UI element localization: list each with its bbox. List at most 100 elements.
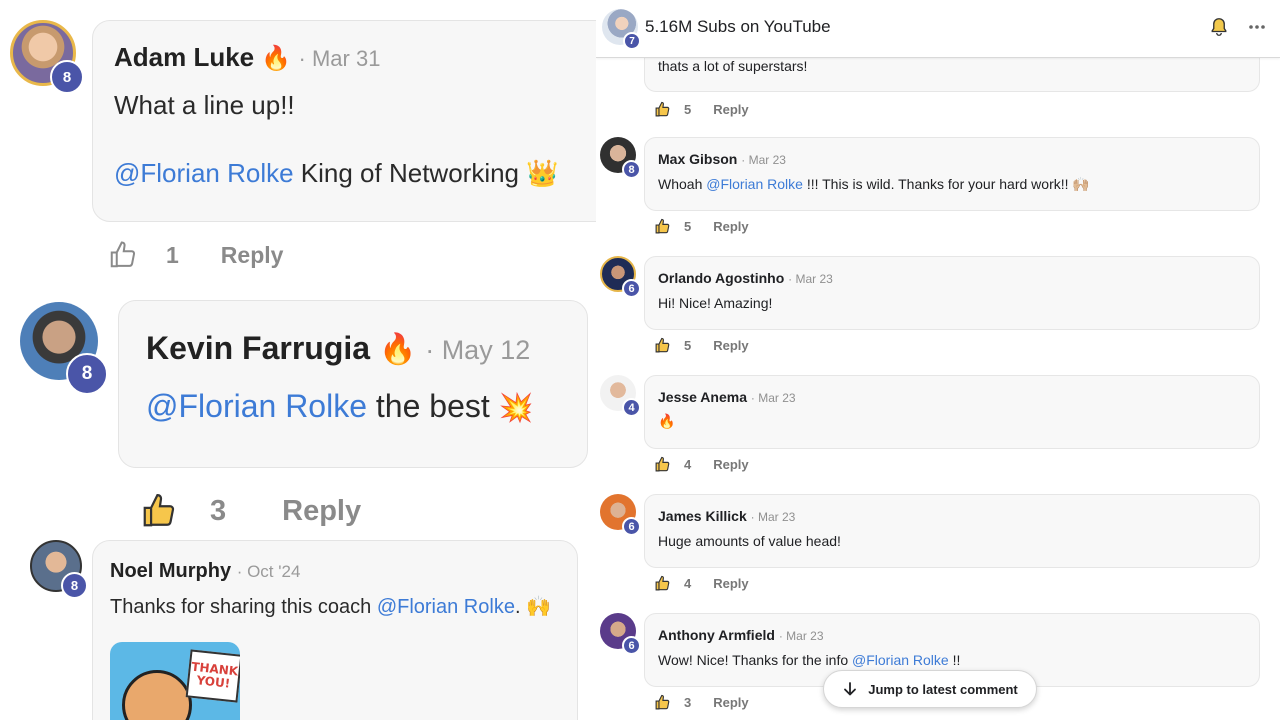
comment-actions: 5 Reply — [654, 337, 749, 354]
jump-to-latest-button[interactable]: Jump to latest comment — [823, 670, 1037, 708]
like-icon[interactable] — [654, 101, 671, 118]
like-count: 5 — [684, 338, 692, 353]
raised-hands-icon: 🙌 — [526, 594, 551, 618]
post-comments-panel: 7 5.16M Subs on YouTube thats a lot of s… — [596, 0, 1280, 720]
comment-line: Thanks for sharing this coach — [110, 596, 372, 618]
post-header: 7 5.16M Subs on YouTube — [596, 0, 1280, 58]
comment-author[interactable]: Kevin Farrugia 🔥 · May 12 — [146, 330, 530, 367]
comment-text: Huge amounts of value head! — [658, 533, 841, 549]
like-icon[interactable] — [654, 218, 671, 235]
arrow-down-icon — [844, 682, 857, 696]
thank-you-gif[interactable]: THANK YOU! — [110, 642, 240, 720]
comment-author[interactable]: Anthony Armfield · Mar 23 — [658, 627, 824, 643]
author-name: Adam Luke — [114, 42, 255, 72]
like-icon[interactable] — [654, 337, 671, 354]
comment-author[interactable]: Jesse Anema · Mar 23 — [658, 389, 796, 405]
author-name: Max Gibson — [658, 151, 738, 167]
comment-line: Hi! Nice! Amazing! — [658, 295, 773, 311]
comment-text: thats a lot of superstars! — [658, 58, 808, 74]
comment-actions: 3 Reply — [654, 694, 749, 711]
fire-icon: 🔥 — [658, 414, 676, 430]
like-icon[interactable] — [108, 240, 138, 270]
reply-button[interactable]: Reply — [713, 102, 748, 117]
like-icon[interactable] — [140, 492, 178, 530]
level-badge: 6 — [622, 279, 641, 298]
author-name: Jesse Anema — [658, 389, 747, 405]
comment-line: !! — [948, 652, 961, 668]
reply-button[interactable]: Reply — [713, 338, 748, 353]
like-icon[interactable] — [654, 694, 671, 711]
level-badge: 6 — [622, 636, 641, 655]
comment-text: What a line up!! — [114, 90, 295, 121]
comment-line: King of Networking — [300, 158, 520, 188]
comment-actions: 1 Reply — [108, 240, 283, 270]
comment-line: Huge amounts of value head! — [658, 533, 841, 549]
bell-icon[interactable] — [1210, 17, 1228, 37]
author-name: Orlando Agostinho — [658, 270, 785, 286]
like-icon[interactable] — [654, 456, 671, 473]
like-count: 3 — [210, 494, 227, 527]
level-badge: 8 — [622, 160, 641, 179]
mention-link[interactable]: @Florian Rolke — [377, 596, 515, 618]
comment-date: · Mar 23 — [778, 629, 824, 643]
comment-line: What a line up!! — [114, 90, 295, 120]
mention-link[interactable]: @Florian Rolke — [706, 176, 803, 192]
mention-link[interactable]: @Florian Rolke — [146, 388, 367, 424]
comment-author[interactable]: Adam Luke 🔥 · Mar 31 — [114, 42, 380, 73]
level-badge: 8 — [50, 60, 84, 94]
comment-line: !!! This is wild. Thanks for your hard w… — [802, 176, 1090, 192]
comment: 6 James Killick · Mar 23 Huge amounts of… — [596, 494, 1280, 613]
reply-button[interactable]: Reply — [221, 242, 284, 269]
like-count: 4 — [684, 457, 692, 472]
reply-button[interactable]: Reply — [713, 457, 748, 472]
reply-button[interactable]: Reply — [713, 695, 748, 710]
comment-date: · Oct '24 — [236, 562, 301, 581]
like-count: 4 — [684, 576, 692, 591]
author-name: James Killick — [658, 508, 747, 524]
comment-author[interactable]: Max Gibson · Mar 23 — [658, 151, 786, 167]
comment-text: Hi! Nice! Amazing! — [658, 295, 772, 311]
more-horizontal-icon[interactable] — [1248, 24, 1266, 30]
comment-author[interactable]: James Killick · Mar 23 — [658, 508, 795, 524]
level-badge: 4 — [622, 398, 641, 417]
mention-link[interactable]: @Florian Rolke — [852, 652, 949, 668]
reply-button[interactable]: Reply — [713, 219, 748, 234]
sparkle-icon: 💥 — [498, 391, 534, 424]
comment-bubble: Jesse Anema · Mar 23 🔥 — [644, 375, 1260, 449]
crown-icon: 👑 — [526, 159, 559, 189]
author-name: Kevin Farrugia — [146, 330, 371, 366]
like-count: 3 — [684, 695, 692, 710]
comment-text: Wow! Nice! Thanks for the info @Florian … — [658, 652, 960, 668]
comment-date: · Mar 31 — [298, 46, 381, 71]
comment: 4 Jesse Anema · Mar 23 🔥 4 Reply — [596, 375, 1280, 494]
comment-actions: 4 Reply — [654, 456, 749, 473]
comment-text: Thanks for sharing this coach @Florian R… — [110, 594, 551, 619]
comment-text: @Florian Rolke the best 💥 — [146, 388, 534, 425]
comment-actions: 5 Reply — [654, 218, 749, 235]
comment-date: · Mar 23 — [788, 272, 833, 286]
gif-sign: THANK YOU! — [185, 649, 240, 703]
reply-button[interactable]: Reply — [713, 576, 748, 591]
comment-author[interactable]: Noel Murphy · Oct '24 — [110, 560, 300, 583]
like-icon[interactable] — [654, 575, 671, 592]
like-count: 5 — [684, 102, 692, 117]
like-count: 5 — [684, 219, 692, 234]
gif-sign-text: THANK YOU! — [190, 659, 239, 691]
comment-bubble: Max Gibson · Mar 23 Whoah @Florian Rolke… — [644, 137, 1260, 211]
reply-button[interactable]: Reply — [282, 495, 361, 528]
comment-author[interactable]: Orlando Agostinho · Mar 23 — [658, 270, 833, 286]
mention-link[interactable]: @Florian Rolke — [114, 158, 294, 188]
comment-date: · Mar 23 — [741, 153, 786, 167]
jump-label: Jump to latest comment — [868, 681, 1018, 697]
level-badge: 7 — [623, 32, 641, 50]
comment-line: Wow! Nice! Thanks for the info — [658, 652, 853, 668]
comment-bubble: James Killick · Mar 23 Huge amounts of v… — [644, 494, 1260, 568]
comment-date: · Mar 23 — [750, 510, 796, 524]
fire-icon: 🔥 — [261, 44, 292, 72]
comment-date: · Mar 23 — [750, 391, 796, 405]
comment-line: Whoah — [658, 176, 707, 192]
comment-text: @Florian Rolke King of Networking 👑 — [114, 158, 559, 189]
post-title[interactable]: 5.16M Subs on YouTube — [645, 17, 831, 37]
author-name: Anthony Armfield — [658, 627, 775, 643]
comment-line: . — [514, 596, 521, 618]
